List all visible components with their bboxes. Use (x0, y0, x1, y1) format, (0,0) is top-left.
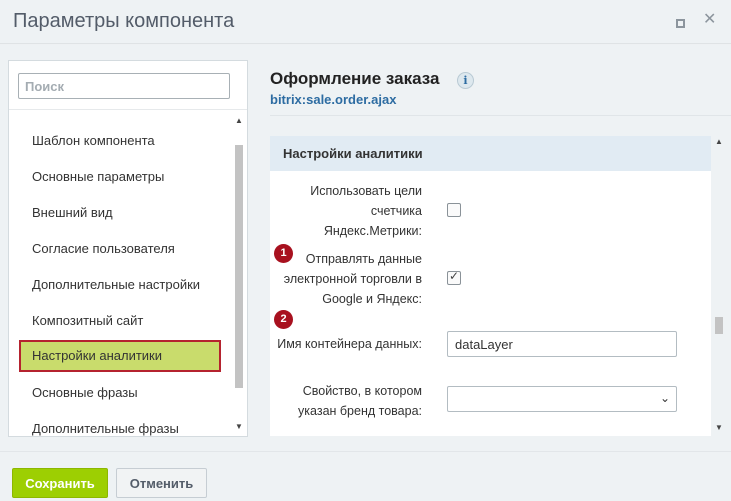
info-icon[interactable]: i (457, 72, 474, 89)
sidebar-item-user-consent[interactable]: Согласие пользователя (19, 233, 221, 265)
checkbox-ecommerce[interactable]: ✓ (447, 269, 461, 285)
scroll-down-arrow[interactable]: ▼ (715, 424, 723, 432)
maximize-icon[interactable] (676, 19, 685, 28)
checkmark-icon: ✓ (449, 269, 460, 283)
scroll-thumb[interactable] (715, 317, 723, 334)
brand-property-select[interactable]: ⌄ (447, 386, 677, 412)
component-title: Оформление заказа (270, 69, 440, 88)
settings-form: Настройки аналитики Использовать цели сч… (270, 136, 711, 436)
container-name-input[interactable] (447, 331, 677, 357)
sidebar-scrollbar[interactable]: ▲ ▼ (233, 115, 245, 435)
sidebar-item-appearance[interactable]: Внешний вид (19, 197, 221, 229)
sidebar-item-analytics[interactable]: Настройки аналитики (19, 340, 221, 372)
field-label-yandex-goals: Использовать цели счетчика Яндекс.Метрик… (310, 184, 422, 238)
sidebar-item-additional-phrases[interactable]: Дополнительные фразы (19, 413, 221, 445)
divider (9, 109, 247, 110)
scroll-up-arrow[interactable]: ▲ (235, 117, 243, 125)
scroll-thumb[interactable] (235, 145, 243, 388)
chevron-down-icon: ⌄ (659, 391, 670, 405)
settings-scrollbar[interactable]: ▲ ▼ (713, 136, 725, 436)
search-input[interactable] (18, 73, 230, 99)
dialog-content: Шаблон компонента Основные параметры Вне… (0, 45, 731, 451)
field-label-ecommerce: Отправлять данные электронной торговли в… (283, 252, 422, 306)
cancel-button[interactable]: Отменить (116, 468, 207, 498)
save-button[interactable]: Сохранить (12, 468, 108, 498)
annotation-badge: 2 (274, 310, 293, 329)
sections-sidebar: Шаблон компонента Основные параметры Вне… (8, 60, 248, 437)
sidebar-item-composite-site[interactable]: Композитный сайт (19, 305, 221, 337)
checkbox-yandex-goals[interactable] (447, 203, 461, 217)
sidebar-item-main-params[interactable]: Основные параметры (19, 161, 221, 193)
dialog-title: Параметры компонента (13, 10, 235, 32)
scroll-up-arrow[interactable]: ▲ (715, 138, 723, 146)
settings-panel: Оформление заказа i bitrix:sale.order.aj… (257, 60, 731, 451)
sidebar-item-main-phrases[interactable]: Основные фразы (19, 377, 221, 409)
sidebar-item-template[interactable]: Шаблон компонента (19, 125, 221, 157)
field-label-container-name: Имя контейнера данных: (277, 337, 422, 351)
close-icon[interactable]: ✕ (703, 12, 716, 28)
field-label-brand-property: Свойство, в котором указан бренд товара: (298, 384, 422, 418)
dialog-footer: Сохранить Отменить (0, 451, 731, 501)
section-header: Настройки аналитики (270, 136, 711, 171)
dialog-titlebar: Параметры компонента ✕ (0, 0, 731, 44)
component-code: bitrix:sale.order.ajax (270, 92, 397, 107)
sidebar-item-additional-settings[interactable]: Дополнительные настройки (19, 269, 221, 301)
scroll-down-arrow[interactable]: ▼ (235, 423, 243, 431)
divider (270, 115, 731, 116)
